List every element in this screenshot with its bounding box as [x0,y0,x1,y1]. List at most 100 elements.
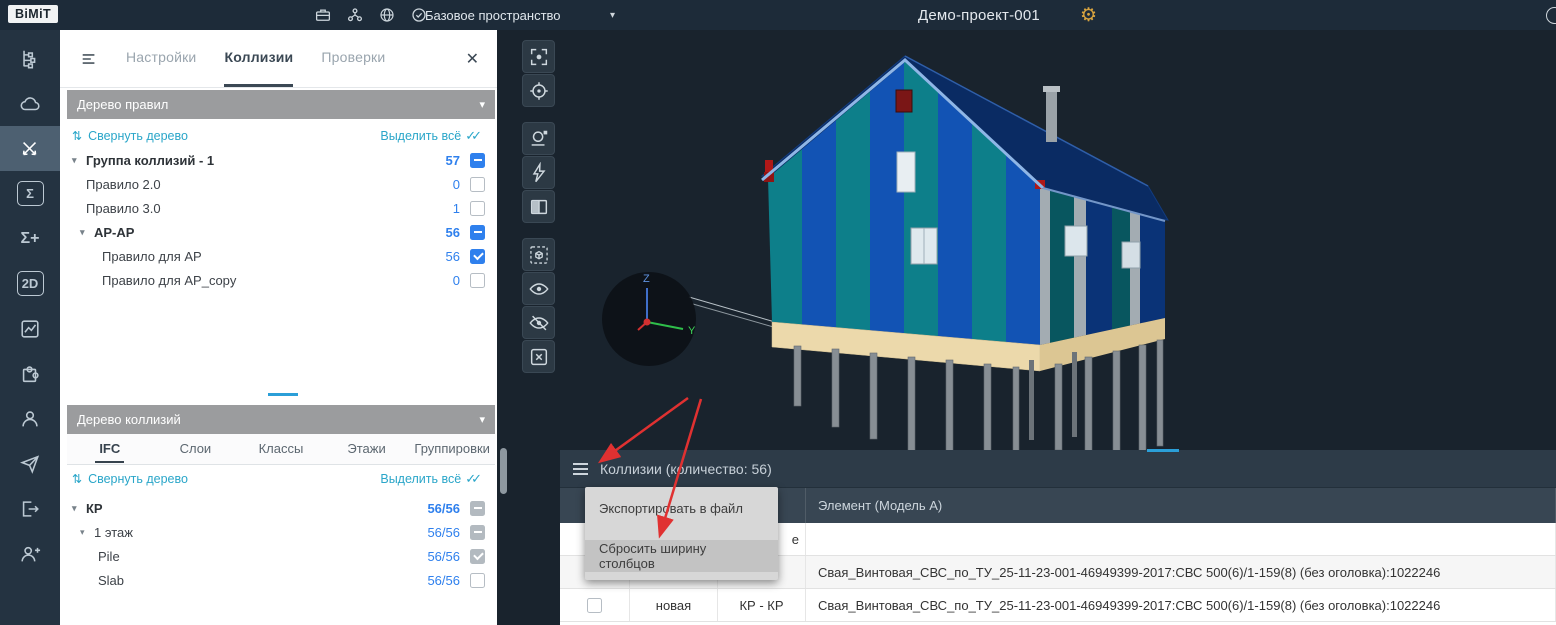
checkbox[interactable] [470,549,485,564]
tab-groupings[interactable]: Группировки [409,434,495,464]
toolbar-gap [522,224,555,238]
caret-down-icon[interactable]: ▾ [72,503,86,514]
rules-tree-header[interactable]: Дерево правил ▾ [67,90,495,119]
tree-item[interactable]: ▾ КР 56/56 [60,496,497,520]
menu-item-export[interactable]: Экспортировать в файл [585,492,778,524]
checkbox[interactable] [470,201,485,216]
briefcase-icon[interactable] [314,6,332,24]
tab-settings[interactable]: Настройки [126,30,196,87]
checkbox[interactable] [470,177,485,192]
tab-layers[interactable]: Слои [153,434,239,464]
view-toolbar [522,40,555,374]
clear-selection-button[interactable] [522,340,555,373]
cell-element [806,523,1556,555]
toolbar-item-invite-user[interactable] [0,531,60,576]
tab-floors[interactable]: Этажи [324,434,410,464]
close-icon[interactable]: ✕ [466,49,479,69]
toolbar-item-export[interactable] [0,486,60,531]
gear-icon[interactable]: ⚙ [1080,0,1097,30]
viewport-3d[interactable]: Z Y [497,30,1556,625]
tree-item[interactable]: Правило для АР_copy 0 [60,268,497,292]
clash-detection-icon [19,138,41,160]
tab-classes[interactable]: Классы [238,434,324,464]
focus-icon [528,46,550,68]
panel-menu-icon[interactable] [80,50,98,68]
caret-down-icon[interactable]: ▾ [80,527,94,538]
workspace-selector[interactable]: Базовое пространство ▾ [425,0,615,30]
tree-item[interactable]: Правило для АР 56 [60,244,497,268]
project-title: Демо-проект-001 [918,0,1040,30]
toolbar-item-send[interactable] [0,441,60,486]
table-row[interactable]: новая КР - КР Свая_Винтовая_СВС_по_ТУ_25… [560,589,1556,622]
tree-item-label: Pile [98,549,120,564]
show-button[interactable] [522,272,555,305]
select-all-link[interactable]: Выделить всё ✓✓ [380,471,483,487]
toolbar-item-sum[interactable]: Σ [0,171,60,216]
tree-item-count: 56/56 [427,501,460,516]
cell-element: Свая_Винтовая_СВС_по_ТУ_25-11-23-001-469… [806,556,1556,588]
tree-item[interactable]: Правило 2.0 0 [60,172,497,196]
section-plane-button[interactable] [522,122,555,155]
scrollbar-thumb[interactable] [500,448,507,494]
focus-selection-button[interactable] [522,40,555,73]
select-all-link[interactable]: Выделить всё ✓✓ [380,128,483,144]
avatar[interactable] [1546,7,1556,24]
tree-item[interactable]: ▾ 1 этаж 56/56 [60,520,497,544]
tab-checks[interactable]: Проверки [321,30,385,87]
clip-button[interactable] [522,156,555,189]
tree-item[interactable]: Slab 56/56 [60,568,497,592]
toolbar-item-sum-plus[interactable]: Σ+ [0,216,60,261]
team-icon[interactable] [346,6,364,24]
toolbar-item-clash-detection[interactable] [0,126,60,171]
panel-resize-handle[interactable] [1147,449,1179,452]
checkbox[interactable] [470,273,485,288]
tab-label: IFC [95,436,124,463]
collapse-tree-icon: ⇅ [72,129,82,143]
caret-down-icon[interactable]: ▾ [80,227,94,238]
tree-item-count: 1 [453,201,460,216]
toolbar-item-model-tree[interactable] [0,36,60,81]
hide-button[interactable] [522,306,555,339]
checkbox[interactable] [470,573,485,588]
col-element-a[interactable]: Элемент (Модель А) [806,488,1556,523]
tab-ifc[interactable]: IFC [67,434,153,464]
toolbar-item-2d[interactable]: 2D [0,261,60,306]
checkbox[interactable] [470,225,485,240]
tree-item-count: 57 [446,153,460,168]
checkbox[interactable] [470,249,485,264]
checkbox[interactable] [470,153,485,168]
locate-button[interactable] [522,74,555,107]
tree-item[interactable]: ▾ АР-АР 56 [60,220,497,244]
tab-label: Этажи [343,436,389,463]
caret-down-icon[interactable]: ▾ [72,155,86,166]
toolbar-item-charts[interactable] [0,306,60,351]
menu-item-reset-columns[interactable]: Сбросить ширину столбцов [585,540,778,572]
cell-element: Свая_Винтовая_СВС_по_ТУ_25-11-23-001-469… [806,589,1556,621]
row-checkbox[interactable] [587,598,602,613]
toolbar-item-plugins[interactable] [0,351,60,396]
select-box-button[interactable] [522,238,555,271]
table-menu-icon[interactable] [573,460,588,478]
tree-item-label: Правило для АР [102,249,202,264]
split-view-button[interactable] [522,190,555,223]
topbar-icon-group [314,0,428,30]
collisions-tree-header[interactable]: Дерево коллизий ▾ [67,405,495,434]
checkbox[interactable] [470,501,485,516]
toolbar-item-user[interactable] [0,396,60,441]
cloud-icon [19,93,41,115]
section-resize-handle[interactable] [268,393,298,396]
toolbar-item-models-cloud[interactable] [0,81,60,126]
double-check-icon: ✓✓ [465,128,483,144]
globe-icon[interactable] [378,6,396,24]
tab-collisions[interactable]: Коллизии [224,30,293,87]
tree-item-count: 56 [446,225,460,240]
collapse-tree-link[interactable]: Свернуть дерево [88,129,188,143]
tree-item[interactable]: ▾ Группа коллизий - 1 57 [60,148,497,172]
tree-item[interactable]: Правило 3.0 1 [60,196,497,220]
paper-plane-icon [19,453,41,475]
rules-tree-title: Дерево правил [77,97,168,112]
chart-icon [19,318,41,340]
collapse-tree-link[interactable]: Свернуть дерево [88,472,188,486]
checkbox[interactable] [470,525,485,540]
tree-item[interactable]: Pile 56/56 [60,544,497,568]
